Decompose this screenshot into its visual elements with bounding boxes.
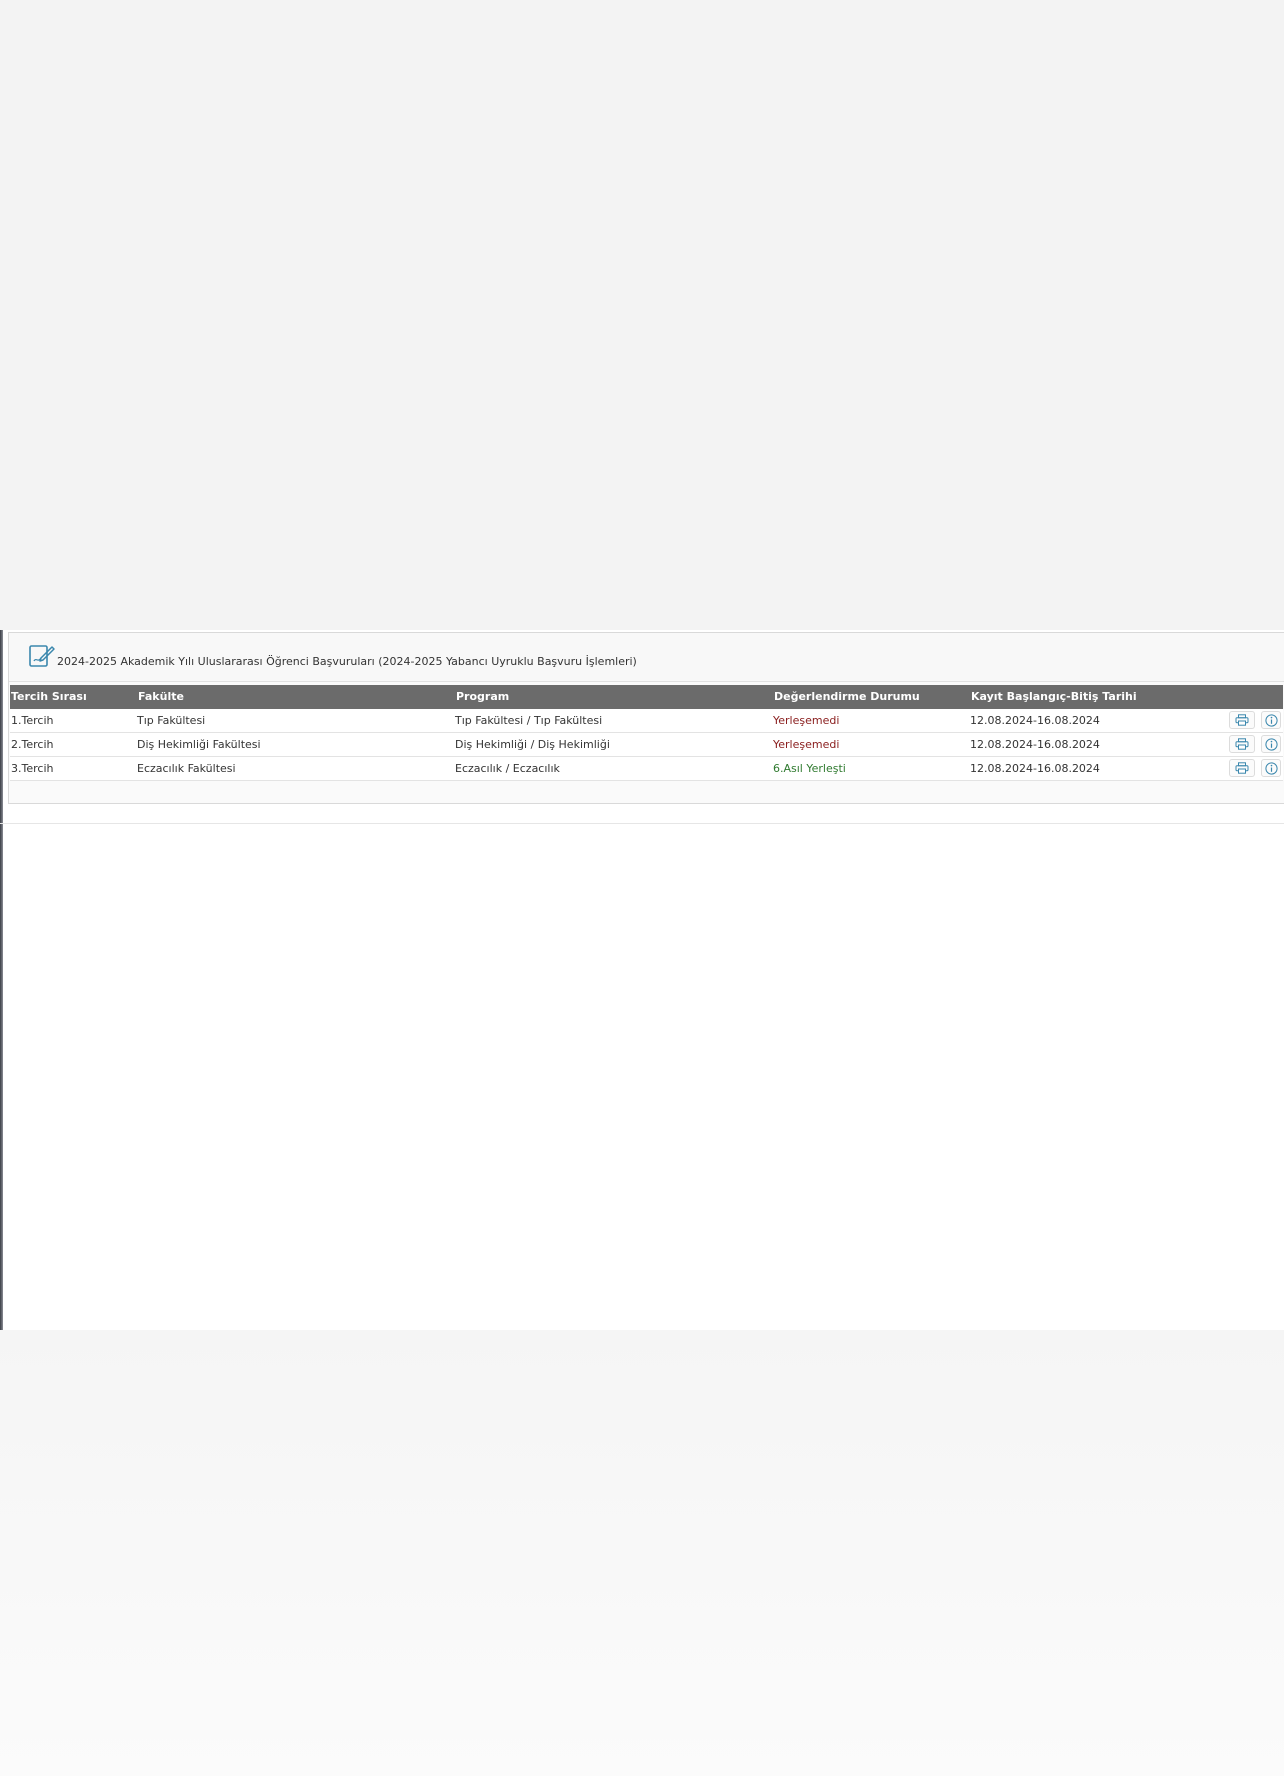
cell-program: Diş Hekimliği / Diş Hekimliği	[455, 738, 610, 751]
cell-status: 6.Asıl Yerleşti	[773, 762, 846, 775]
panel-header: 2024-2025 Akademik Yılı Uluslararası Öğr…	[9, 633, 1284, 682]
cell-rank: 2.Tercih	[11, 738, 54, 751]
print-button[interactable]	[1229, 711, 1255, 729]
table-row: 3.Tercih Eczacılık Fakültesi Eczacılık /…	[10, 757, 1283, 781]
cell-status: Yerleşemedi	[773, 738, 840, 751]
info-icon	[1264, 737, 1278, 751]
info-icon	[1264, 713, 1278, 727]
cell-program: Tıp Fakültesi / Tıp Fakültesi	[455, 714, 603, 727]
cell-faculty: Tıp Fakültesi	[137, 714, 206, 727]
top-blank-area	[0, 0, 1284, 630]
cell-rank: 3.Tercih	[11, 762, 54, 775]
column-header-dates: Kayıt Başlangıç-Bitiş Tarihi	[971, 690, 1137, 703]
applications-panel: 2024-2025 Akademik Yılı Uluslararası Öğr…	[8, 632, 1284, 804]
printer-icon	[1235, 762, 1249, 774]
bottom-blank-area	[0, 1330, 1284, 1776]
cell-dates: 12.08.2024-16.08.2024	[970, 714, 1100, 727]
printer-icon	[1235, 738, 1249, 750]
edit-document-icon	[28, 643, 56, 669]
section-divider	[0, 823, 1284, 824]
column-header-program: Program	[456, 690, 510, 703]
cell-dates: 12.08.2024-16.08.2024	[970, 738, 1100, 751]
table-header: Tercih Sırası Fakülte Program Değerlendi…	[10, 685, 1283, 709]
table-row: 1.Tercih Tıp Fakültesi Tıp Fakültesi / T…	[10, 709, 1283, 733]
applications-table: Tercih Sırası Fakülte Program Değerlendi…	[10, 685, 1283, 781]
info-button[interactable]	[1261, 735, 1281, 753]
info-button[interactable]	[1261, 759, 1281, 777]
column-header-rank: Tercih Sırası	[11, 690, 87, 703]
column-header-faculty: Fakülte	[138, 690, 184, 703]
left-window-edge	[0, 630, 3, 1330]
print-button[interactable]	[1229, 735, 1255, 753]
cell-faculty: Diş Hekimliği Fakültesi	[137, 738, 261, 751]
cell-rank: 1.Tercih	[11, 714, 54, 727]
printer-icon	[1235, 714, 1249, 726]
cell-dates: 12.08.2024-16.08.2024	[970, 762, 1100, 775]
panel-title: 2024-2025 Akademik Yılı Uluslararası Öğr…	[57, 655, 637, 668]
column-header-status: Değerlendirme Durumu	[774, 690, 920, 703]
cell-status: Yerleşemedi	[773, 714, 840, 727]
cell-program: Eczacılık / Eczacılık	[455, 762, 560, 775]
info-button[interactable]	[1261, 711, 1281, 729]
cell-faculty: Eczacılık Fakültesi	[137, 762, 236, 775]
info-icon	[1264, 761, 1278, 775]
print-button[interactable]	[1229, 759, 1255, 777]
table-row: 2.Tercih Diş Hekimliği Fakültesi Diş Hek…	[10, 733, 1283, 757]
